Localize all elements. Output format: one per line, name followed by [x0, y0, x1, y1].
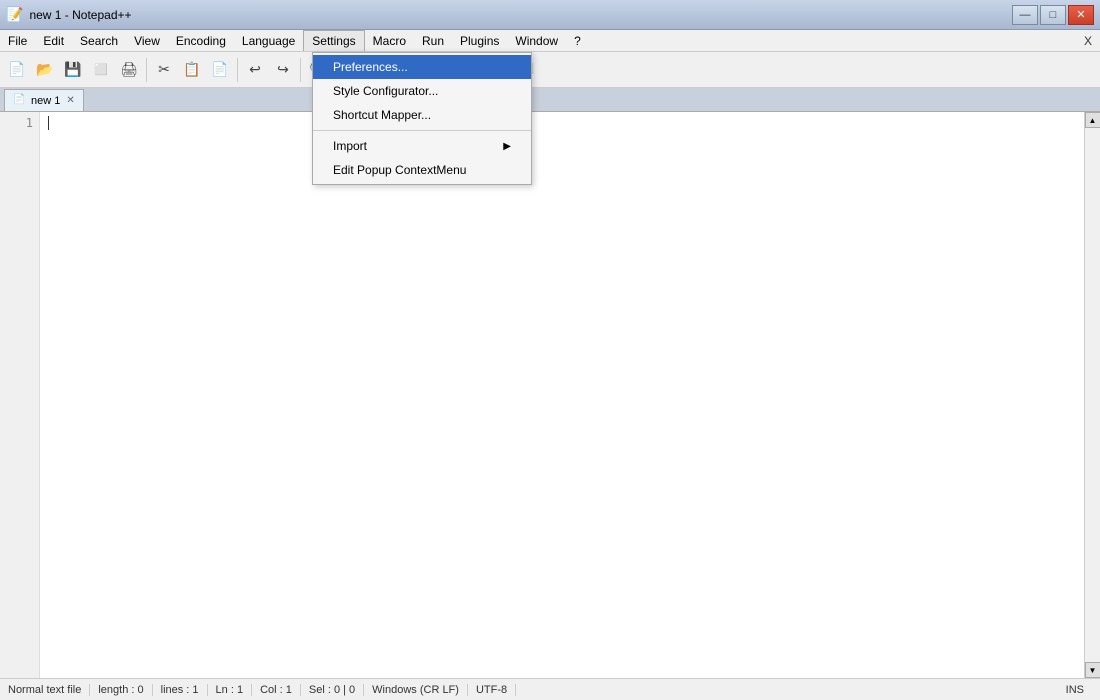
- menu-view[interactable]: View: [126, 30, 168, 51]
- menu-search[interactable]: Search: [72, 30, 126, 51]
- status-file-type: Normal text file: [8, 684, 90, 696]
- tab-new1[interactable]: 📄 new 1 ✕: [4, 89, 84, 111]
- menu-settings[interactable]: Settings: [303, 30, 364, 51]
- status-eol: Windows (CR LF): [364, 684, 468, 696]
- minimize-button[interactable]: —: [1012, 5, 1038, 25]
- menu-macro[interactable]: Macro: [365, 30, 414, 51]
- menu-bar: File Edit Search View Encoding Language …: [0, 30, 1100, 52]
- toolbar-sep-2: [237, 58, 238, 82]
- tab-bar: 📄 new 1 ✕: [0, 88, 1100, 112]
- menu-preferences[interactable]: Preferences...: [313, 55, 531, 79]
- editor-content[interactable]: [40, 112, 1084, 678]
- line-number-1: 1: [0, 116, 33, 130]
- toolbar-save[interactable]: 💾: [60, 57, 86, 83]
- menu-run[interactable]: Run: [414, 30, 452, 51]
- status-bar: Normal text file length : 0 lines : 1 Ln…: [0, 678, 1100, 700]
- status-lines: lines : 1: [153, 684, 208, 696]
- toolbar-new[interactable]: 📄: [4, 57, 30, 83]
- line-numbers: 1: [0, 112, 40, 678]
- toolbar-print[interactable]: 🖨: [116, 57, 142, 83]
- scroll-down-button[interactable]: ▼: [1085, 662, 1100, 678]
- menubar-close[interactable]: X: [1076, 30, 1100, 51]
- toolbar-undo[interactable]: ↩: [242, 57, 268, 83]
- status-col: Col : 1: [252, 684, 301, 696]
- toolbar-open[interactable]: 📂: [32, 57, 58, 83]
- editor-container: 1 ▲ ▼: [0, 112, 1100, 678]
- tab-label: new 1: [31, 95, 60, 107]
- title-bar: 📝 new 1 - Notepad++ — □ ✕: [0, 0, 1100, 30]
- import-arrow-icon: ▶: [503, 141, 511, 152]
- status-ins: INS: [1058, 684, 1092, 696]
- scroll-up-button[interactable]: ▲: [1085, 112, 1100, 128]
- style-configurator-label: Style Configurator...: [333, 84, 438, 98]
- menu-edit-popup-context[interactable]: Edit Popup ContextMenu: [313, 158, 531, 182]
- menu-shortcut-mapper[interactable]: Shortcut Mapper...: [313, 103, 531, 127]
- toolbar-redo[interactable]: ↪: [270, 57, 296, 83]
- title-text: new 1 - Notepad++: [29, 8, 131, 22]
- toolbar: 📄 📂 💾 ⬜ 🖨 ✂ 📋 📄 ↩ ↪ 🔍 🔲 🔲 ● ▶ ▶ ▶▶ ⬜: [0, 52, 1100, 88]
- toolbar-paste[interactable]: 📄: [207, 57, 233, 83]
- menu-import[interactable]: Import ▶: [313, 134, 531, 158]
- menu-style-configurator[interactable]: Style Configurator...: [313, 79, 531, 103]
- status-sel: Sel : 0 | 0: [301, 684, 364, 696]
- settings-dropdown: Preferences... Style Configurator... Sho…: [312, 52, 532, 185]
- toolbar-cut[interactable]: ✂: [151, 57, 177, 83]
- import-label: Import: [333, 139, 367, 153]
- menu-help[interactable]: ?: [566, 30, 589, 51]
- tab-close-button[interactable]: ✕: [66, 95, 74, 106]
- right-scrollbar[interactable]: ▲ ▼: [1084, 112, 1100, 678]
- title-left: 📝 new 1 - Notepad++: [6, 6, 132, 23]
- app-icon: 📝: [6, 6, 23, 23]
- toolbar-save-all[interactable]: ⬜: [88, 57, 114, 83]
- menu-window[interactable]: Window: [507, 30, 566, 51]
- maximize-button[interactable]: □: [1040, 5, 1066, 25]
- toolbar-copy[interactable]: 📋: [179, 57, 205, 83]
- close-button[interactable]: ✕: [1068, 5, 1094, 25]
- shortcut-mapper-label: Shortcut Mapper...: [333, 108, 431, 122]
- status-encoding: UTF-8: [468, 684, 516, 696]
- menu-encoding[interactable]: Encoding: [168, 30, 234, 51]
- status-length: length : 0: [90, 684, 152, 696]
- menu-language[interactable]: Language: [234, 30, 303, 51]
- menu-file[interactable]: File: [0, 30, 35, 51]
- editor-cursor: [48, 116, 49, 130]
- menu-plugins[interactable]: Plugins: [452, 30, 507, 51]
- status-ln: Ln : 1: [208, 684, 253, 696]
- toolbar-sep-1: [146, 58, 147, 82]
- preferences-label: Preferences...: [333, 60, 408, 74]
- dropdown-separator: [313, 130, 531, 131]
- toolbar-sep-3: [300, 58, 301, 82]
- tab-file-icon: 📄: [13, 94, 27, 108]
- edit-popup-label: Edit Popup ContextMenu: [333, 163, 466, 177]
- menu-edit[interactable]: Edit: [35, 30, 72, 51]
- title-buttons: — □ ✕: [1012, 5, 1094, 25]
